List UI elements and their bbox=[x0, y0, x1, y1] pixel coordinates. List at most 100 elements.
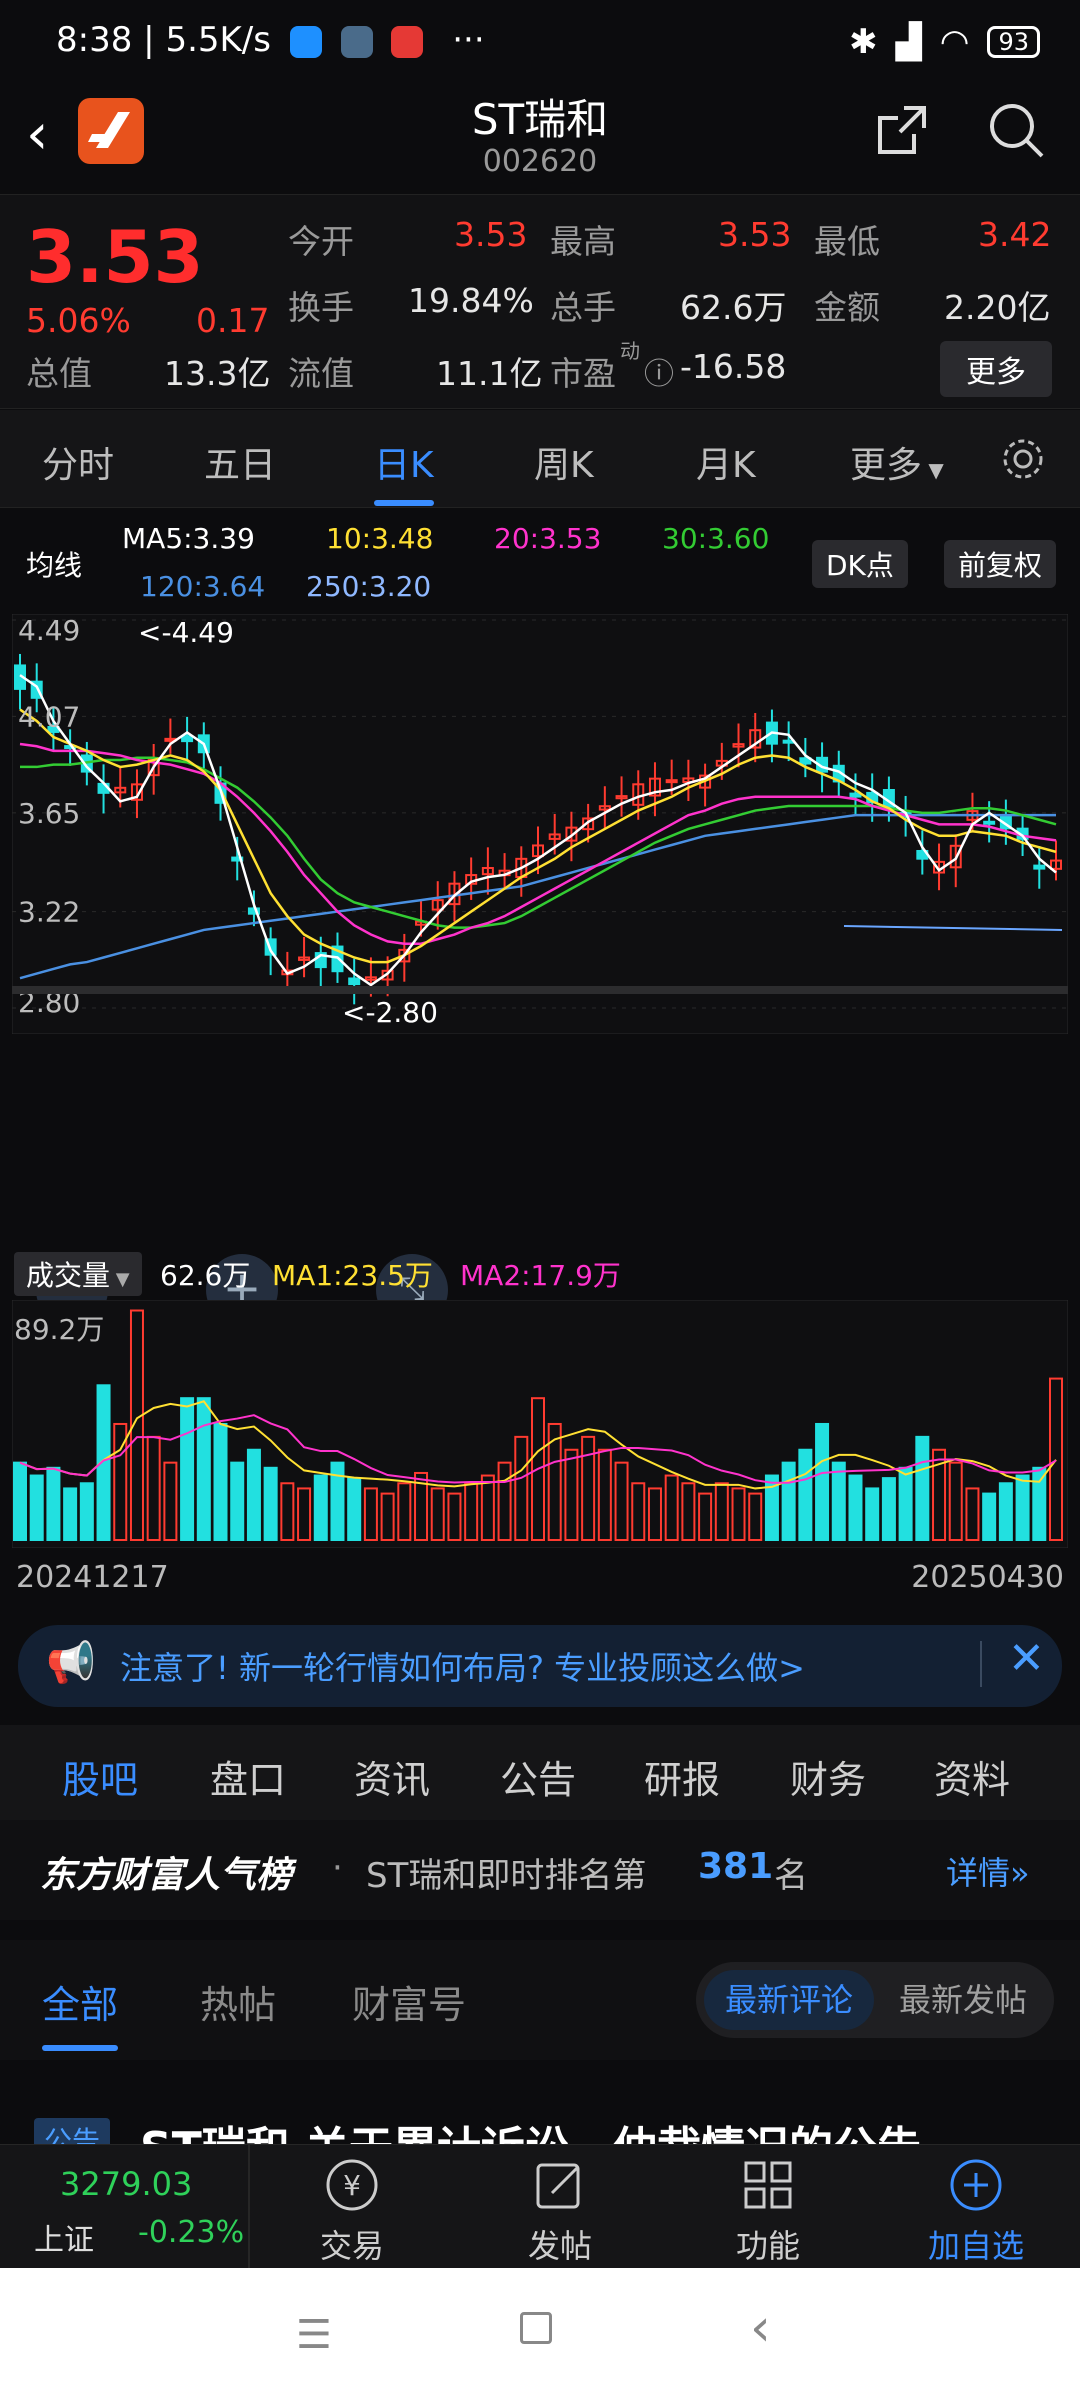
menu-icon[interactable]: ☰ bbox=[296, 2312, 332, 2358]
post-item[interactable]: 公告 ST瑞和 关于累计诉讼、仲裁情况的公告 bbox=[0, 2060, 1080, 2144]
volume-bar bbox=[213, 1422, 228, 1541]
y-tick-label: 4.49 bbox=[18, 614, 80, 647]
mktcap-label: 总值 bbox=[26, 354, 92, 393]
volume-bar bbox=[798, 1448, 813, 1541]
low-label: 最低 bbox=[814, 222, 880, 261]
info-icon[interactable]: ⓘ bbox=[644, 349, 674, 393]
volume-ma2: MA2:17.9万 bbox=[460, 1259, 621, 1292]
tab-hot-posts[interactable]: 热帖 bbox=[200, 1974, 276, 2029]
volume-bars[interactable] bbox=[12, 1300, 1068, 1548]
tab-daily-k[interactable]: 日K bbox=[374, 436, 434, 506]
svg-text:¥: ¥ bbox=[343, 2169, 361, 2202]
dropdown-icon: ▼ bbox=[110, 1269, 130, 1290]
index-value: 3279.03 bbox=[60, 2165, 193, 2203]
volume-ma1: MA1:23.5万 bbox=[272, 1259, 433, 1292]
ma5-value: MA5:3.39 bbox=[122, 522, 255, 555]
candle-body bbox=[983, 820, 996, 825]
battery-indicator: 93 bbox=[987, 26, 1040, 58]
volume-label: 总手 bbox=[550, 288, 616, 327]
functions-button[interactable]: 功能 bbox=[688, 2155, 848, 2267]
home-icon[interactable] bbox=[520, 2312, 552, 2344]
tab-pankou[interactable]: 盘口 bbox=[210, 1749, 286, 1804]
share-icon[interactable] bbox=[874, 102, 930, 162]
dropdown-icon: ▼ bbox=[922, 458, 944, 482]
volume-bar bbox=[881, 1477, 896, 1541]
tab-weekly-k[interactable]: 周K bbox=[534, 436, 594, 488]
volume-bar bbox=[246, 1448, 261, 1541]
sort-latest-comment[interactable]: 最新评论 bbox=[704, 1970, 874, 2030]
pe-label: 市盈 bbox=[550, 354, 616, 393]
back-nav-icon[interactable]: ‹ bbox=[750, 2298, 771, 2358]
chart-period-tabs: 分时 五日 日K 周K 月K 更多 ▼ bbox=[0, 410, 1080, 508]
volume-bar bbox=[865, 1487, 880, 1542]
turnover-label: 换手 bbox=[288, 288, 354, 327]
divider bbox=[980, 1641, 982, 1687]
tab-research[interactable]: 研报 bbox=[644, 1749, 720, 1804]
volume-bar bbox=[1032, 1466, 1047, 1541]
edit-icon bbox=[536, 2163, 580, 2209]
rank-text: ST瑞和即时排名第 bbox=[366, 1856, 647, 1896]
chart-settings-gear-icon[interactable] bbox=[998, 434, 1048, 488]
close-icon[interactable]: ✕ bbox=[1008, 1633, 1045, 1684]
tab-wealth-account[interactable]: 财富号 bbox=[352, 1974, 466, 2029]
volume-value: 62.6万 bbox=[680, 288, 787, 327]
popularity-rank-row[interactable]: 东方财富人气榜 · ST瑞和即时排名第 381 名 详情» bbox=[0, 1820, 1080, 1920]
volume-bar bbox=[29, 1474, 44, 1541]
tab-guba[interactable]: 股吧 bbox=[62, 1749, 139, 1826]
volume-bar bbox=[63, 1487, 78, 1542]
bluetooth-icon: ✱ bbox=[849, 22, 878, 62]
notification-app-icon bbox=[289, 25, 322, 58]
wifi-icon: ◠ bbox=[939, 22, 970, 62]
trade-yen-icon: ¥ bbox=[326, 2159, 378, 2211]
notice-banner[interactable]: 📢 注意了! 新一轮行情如何布局? 专业投顾这么做> ✕ bbox=[18, 1625, 1062, 1707]
volume-bar bbox=[347, 1477, 362, 1541]
sort-latest-post[interactable]: 最新发帖 bbox=[880, 1970, 1046, 2030]
rank-brand: 东方财富人气榜 bbox=[40, 1855, 293, 1896]
post-title: ST瑞和 关于累计诉讼、仲裁情况的公告 bbox=[140, 2112, 921, 2144]
more-quote-button[interactable]: 更多 bbox=[940, 341, 1052, 397]
volume-bar bbox=[196, 1397, 211, 1541]
dk-point-button[interactable]: DK点 bbox=[812, 540, 908, 588]
notice-text[interactable]: 注意了! 新一轮行情如何布局? 专业投顾这么做> bbox=[120, 1643, 805, 1689]
volume-indicator-select[interactable]: 成交量 ▼ bbox=[14, 1252, 142, 1296]
ma20-value: 20:3.53 bbox=[494, 522, 602, 555]
more-notifications: ··· bbox=[452, 20, 485, 60]
tab-five-day[interactable]: 五日 bbox=[204, 436, 276, 488]
ma120-value: 120:3.64 bbox=[140, 570, 266, 603]
low-value: 3.42 bbox=[978, 215, 1052, 254]
volume-bar bbox=[79, 1482, 94, 1541]
tab-all[interactable]: 全部 bbox=[42, 1974, 119, 2051]
tab-intraday[interactable]: 分时 bbox=[42, 436, 114, 488]
tab-more-periods[interactable]: 更多 ▼ bbox=[850, 436, 944, 488]
tab-monthly-k[interactable]: 月K bbox=[696, 436, 756, 488]
kline-chart-area: 均线 MA5:3.39 10:3.48 20:3.53 30:3.60 120:… bbox=[0, 508, 1080, 1608]
post-button[interactable]: 发帖 bbox=[480, 2155, 640, 2267]
tab-finance[interactable]: 财务 bbox=[790, 1749, 866, 1804]
forward-adjust-button[interactable]: 前复权 bbox=[944, 540, 1057, 588]
tab-news[interactable]: 资讯 bbox=[354, 1749, 430, 1804]
tab-profile[interactable]: 资料 bbox=[934, 1749, 1010, 1804]
kline-candles[interactable]: 4.494.073.653.222.80<-4.49<-2.80 bbox=[12, 614, 1068, 1034]
bottom-toolbar: 3279.03 上证 -0.23% ¥ 交易 发帖 功能 加自选 bbox=[0, 2144, 1080, 2269]
add-watchlist-button[interactable]: 加自选 bbox=[896, 2155, 1056, 2267]
search-icon[interactable] bbox=[986, 100, 1046, 164]
tab-announcements[interactable]: 公告 bbox=[500, 1749, 576, 1804]
y-tick-label: 4.07 bbox=[18, 700, 80, 733]
current-price: 3.53 bbox=[26, 215, 204, 299]
turnover-value: 19.84% bbox=[408, 281, 534, 320]
index-change: -0.23% bbox=[138, 2215, 245, 2250]
feed-sort-toggle: 最新评论 最新发帖 bbox=[696, 1962, 1054, 2038]
date-end: 20250430 bbox=[911, 1560, 1064, 1595]
megaphone-icon: 📢 bbox=[46, 1640, 96, 1686]
ma-label: 均线 bbox=[26, 549, 83, 582]
date-start: 20241217 bbox=[16, 1560, 169, 1595]
open-value: 3.53 bbox=[454, 215, 528, 254]
rank-unit: 名 bbox=[774, 1856, 808, 1896]
y-tick-label: 3.65 bbox=[18, 797, 80, 830]
change-amount: 0.17 bbox=[196, 301, 270, 340]
rank-detail-link[interactable]: 详情» bbox=[946, 1848, 1030, 1894]
volume-bar bbox=[831, 1461, 846, 1541]
volume-bar bbox=[1015, 1474, 1030, 1541]
trade-button[interactable]: ¥ 交易 bbox=[272, 2155, 432, 2267]
volume-max-label: 89.2万 bbox=[14, 1313, 105, 1346]
